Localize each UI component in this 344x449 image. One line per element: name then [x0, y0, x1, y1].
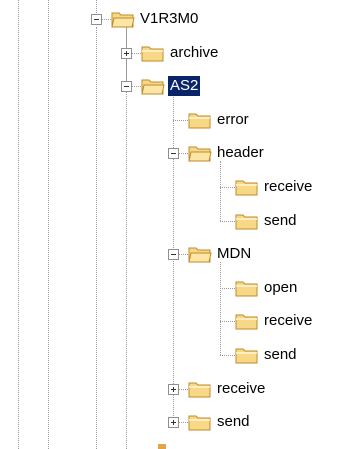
folder-icon — [111, 12, 135, 28]
tree-node-label[interactable]: open — [262, 278, 299, 298]
tree-node-send[interactable]: send — [0, 340, 344, 370]
tree-node-archive[interactable]: archive — [0, 38, 344, 68]
tree-node-label[interactable]: AS2 — [168, 76, 201, 97]
folder-icon — [188, 382, 211, 398]
folder-tree-view[interactable]: V1R3M0 archive AS2 error header receive send MD… — [0, 0, 344, 449]
tree-node-receive[interactable]: receive — [0, 172, 344, 202]
folder-icon — [235, 348, 258, 364]
folder-icon — [188, 415, 211, 431]
expand-plus-icon[interactable] — [168, 417, 179, 429]
folder-icon — [141, 46, 164, 62]
tree-node-label[interactable]: archive — [168, 43, 220, 63]
tree-node-receive[interactable]: receive — [0, 306, 344, 336]
folder-icon — [235, 281, 258, 297]
tree-node-label[interactable]: receive — [262, 177, 314, 197]
tree-node-receive[interactable]: receive — [0, 374, 344, 404]
tree-node-label[interactable]: error — [215, 110, 251, 130]
folder-icon — [141, 79, 165, 95]
tree-node-label[interactable]: receive — [262, 311, 314, 331]
tree-node-send[interactable]: send — [0, 206, 344, 236]
folder-icon — [188, 113, 211, 129]
folder-icon — [235, 180, 258, 196]
tree-node-mdn[interactable]: MDN — [0, 239, 344, 269]
tree-node-error[interactable]: error — [0, 105, 344, 135]
collapse-minus-icon[interactable] — [168, 249, 179, 261]
tree-node-label[interactable]: send — [215, 412, 252, 432]
expand-plus-icon[interactable] — [121, 47, 132, 59]
collapse-minus-icon[interactable] — [121, 81, 132, 93]
tree-node-label[interactable]: receive — [215, 379, 267, 399]
tree-node-label[interactable]: V1R3M0 — [138, 9, 200, 29]
collapse-minus-icon[interactable] — [168, 148, 179, 160]
tree-node-header[interactable]: header — [0, 138, 344, 168]
partial-folder-icon — [158, 444, 166, 449]
tree-node-label[interactable]: send — [262, 211, 299, 231]
tree-node-label[interactable]: MDN — [215, 244, 253, 264]
tree-node-send[interactable]: send — [0, 407, 344, 437]
tree-node-as2[interactable]: AS2 — [0, 71, 344, 101]
tree-node-open[interactable]: open — [0, 273, 344, 303]
tree-node-v1r3m0[interactable]: V1R3M0 — [0, 4, 344, 34]
folder-icon — [188, 146, 212, 162]
folder-icon — [188, 247, 212, 263]
folder-icon — [235, 314, 258, 330]
tree-node-label[interactable]: send — [262, 345, 299, 365]
expand-plus-icon[interactable] — [168, 383, 179, 395]
collapse-minus-icon[interactable] — [91, 14, 102, 25]
folder-icon — [235, 214, 258, 230]
tree-node-label[interactable]: header — [215, 143, 266, 163]
